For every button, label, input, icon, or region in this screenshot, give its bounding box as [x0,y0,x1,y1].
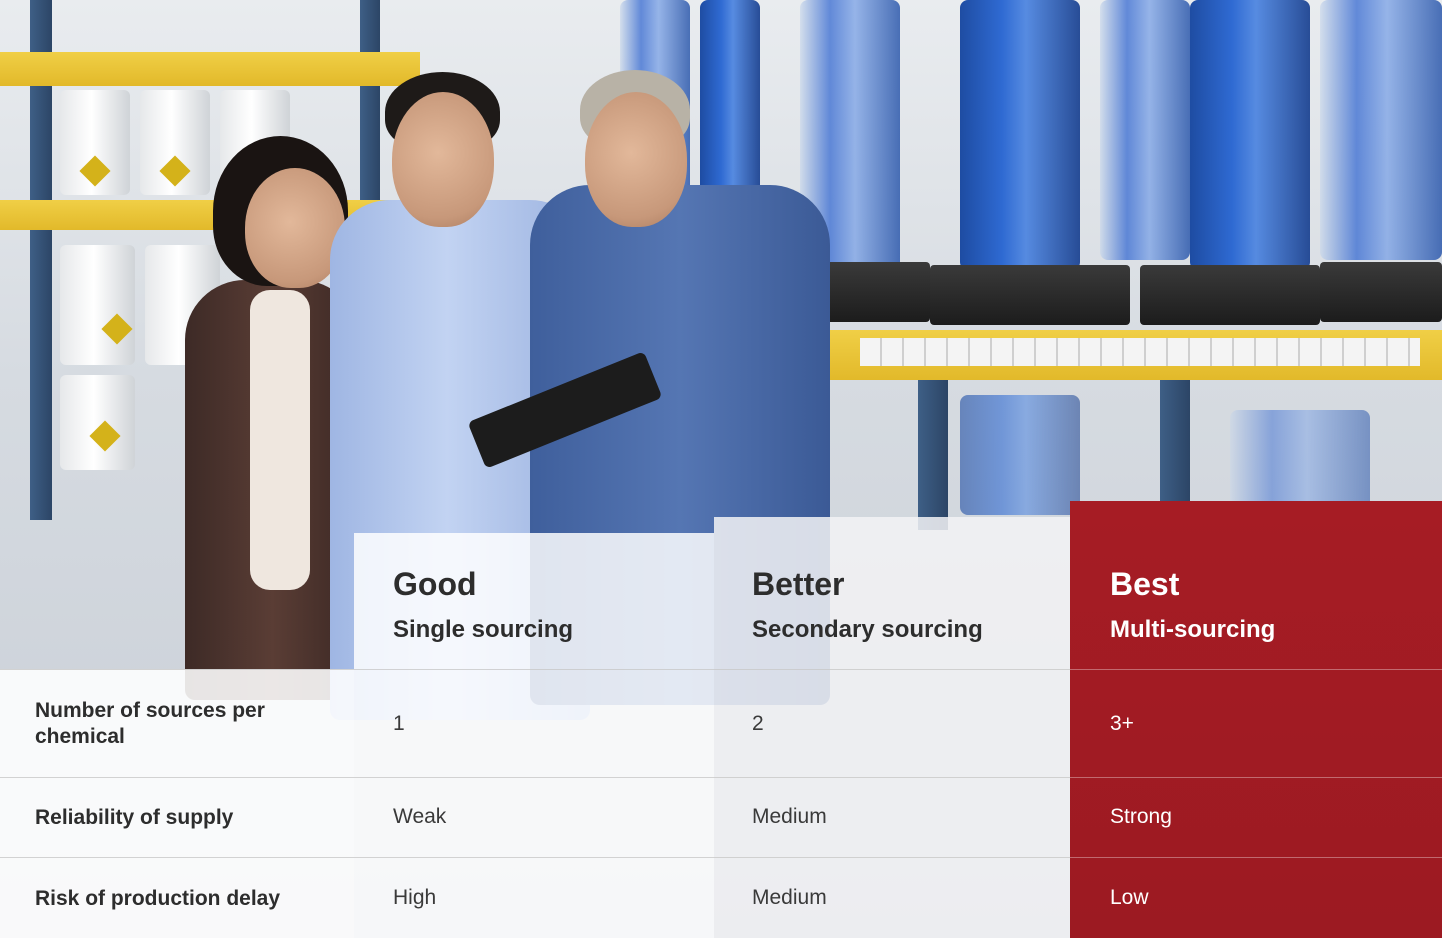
cell-good-risk: High [393,886,437,909]
divider-row-1 [0,777,1070,778]
sourcing-comparison-table: Good Single sourcing Better Secondary so… [0,0,1442,938]
cell-best-sources: 3+ [1110,712,1134,735]
cell-better-sources: 2 [752,712,764,735]
comparison-graphic: Good Single sourcing Better Secondary so… [0,0,1442,938]
cell-best-risk: Low [1110,886,1149,909]
header-good-subtitle: Single sourcing [393,616,574,643]
divider-header [0,669,1070,670]
cell-best-reliability: Strong [1110,805,1172,828]
divider-row-2 [0,857,1070,858]
header-best-subtitle: Multi-sourcing [1110,616,1276,643]
row-label-reliability: Reliability of supply [35,806,234,829]
cell-better-risk: Medium [752,886,827,909]
header-best-title: Best [1110,566,1180,602]
row-label-sources: Number of sources per chemical [35,699,265,748]
cell-good-sources: 1 [393,712,405,735]
row-label-risk: Risk of production delay [35,887,281,910]
header-better-title: Better [752,566,845,602]
divider-row-1-best [1070,777,1442,778]
cell-good-reliability: Weak [393,805,447,828]
header-better-subtitle: Secondary sourcing [752,616,983,643]
cell-better-reliability: Medium [752,805,827,828]
divider-header-best [1070,669,1442,670]
header-good-title: Good [393,566,477,602]
divider-row-2-best [1070,857,1442,858]
